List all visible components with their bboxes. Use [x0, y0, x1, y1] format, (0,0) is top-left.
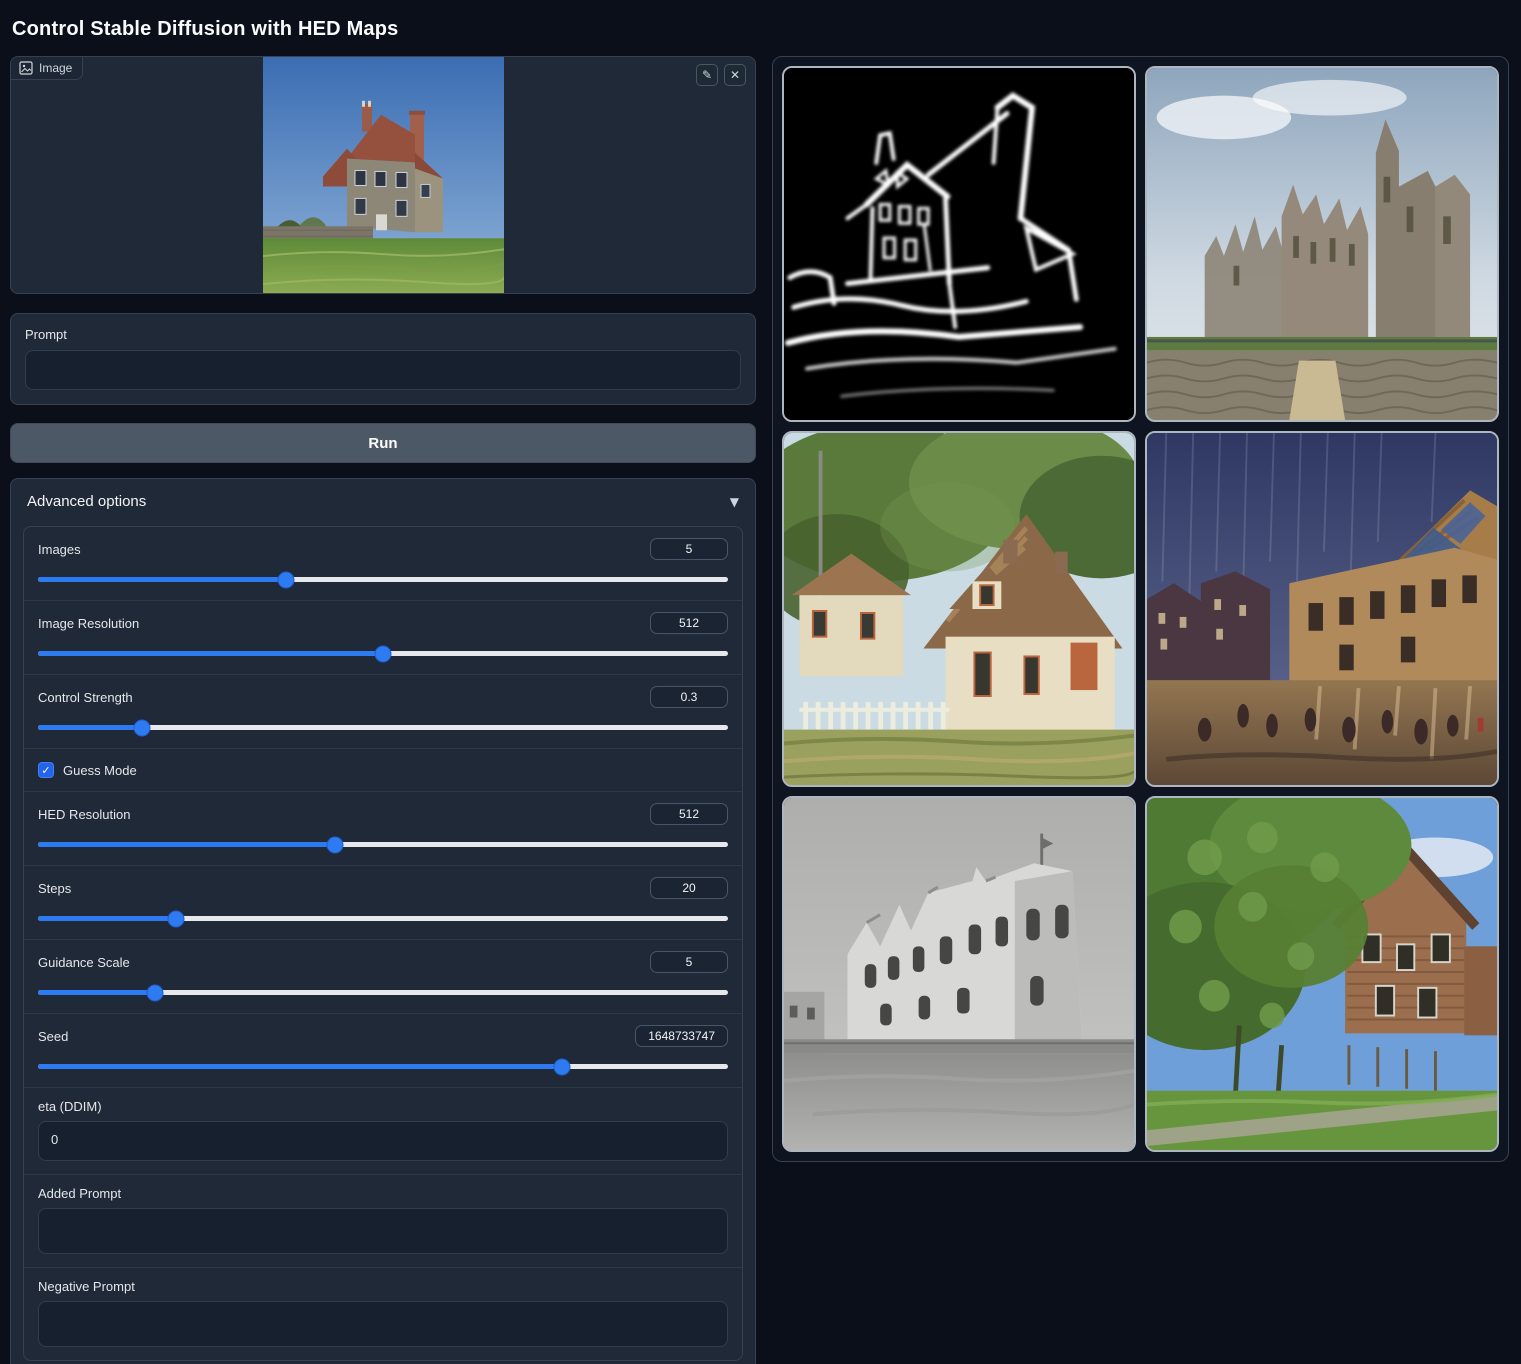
control-strength-label: Control Strength [38, 690, 133, 705]
gallery-image-3[interactable] [782, 431, 1136, 787]
prompt-input[interactable] [25, 350, 741, 390]
edit-image-button[interactable]: ✎ [696, 64, 718, 86]
seed-value-input[interactable]: 1648733747 [635, 1025, 728, 1047]
added-prompt-label: Added Prompt [38, 1186, 728, 1201]
slider-fill [38, 1064, 562, 1069]
hed-resolution-row: HED Resolution 512 [24, 792, 742, 866]
guidance-scale-slider[interactable] [38, 984, 728, 1000]
guess-mode-checkbox[interactable]: ✓ [38, 762, 54, 778]
page-title: Control Stable Diffusion with HED Maps [12, 18, 1509, 41]
image-resolution-slider[interactable] [38, 645, 728, 661]
chevron-down-icon: ▼ [730, 495, 739, 509]
input-image-component[interactable]: Image ✎ ✕ [10, 56, 756, 294]
hed-resolution-slider[interactable] [38, 836, 728, 852]
advanced-options-label: Advanced options [27, 493, 146, 510]
slider-thumb[interactable] [169, 911, 184, 926]
gallery-image-4[interactable] [1145, 431, 1499, 787]
slider-fill [38, 990, 155, 995]
hed-resolution-value-input[interactable]: 512 [650, 803, 728, 825]
images-value-input[interactable]: 5 [650, 538, 728, 560]
advanced-options-header[interactable]: Advanced options ▼ [11, 479, 755, 522]
negative-prompt-input[interactable] [38, 1301, 728, 1347]
grayscale-building-graphic [784, 798, 1134, 1150]
images-label: Images [38, 542, 81, 557]
eta-input[interactable]: 0 [38, 1121, 728, 1161]
close-icon: ✕ [730, 68, 740, 82]
eta-row: eta (DDIM) 0 [24, 1088, 742, 1175]
gallery-image-5[interactable] [782, 796, 1136, 1152]
image-resolution-row: Image Resolution 512 [24, 601, 742, 675]
guess-mode-label: Guess Mode [63, 763, 137, 778]
result-gallery [772, 56, 1509, 1162]
prompt-block: Prompt [10, 313, 756, 405]
steps-slider[interactable] [38, 910, 728, 926]
night-painting-graphic [1147, 433, 1497, 785]
cathedral-graphic [1147, 68, 1497, 420]
seed-slider[interactable] [38, 1058, 728, 1074]
guidance-scale-row: Guidance Scale 5 [24, 940, 742, 1014]
image-component-label: Image [11, 57, 83, 80]
hed-map-graphic [784, 68, 1134, 420]
guidance-scale-value-input[interactable]: 5 [650, 951, 728, 973]
slider-thumb[interactable] [555, 1059, 570, 1074]
guidance-scale-label: Guidance Scale [38, 955, 130, 970]
gallery-image-2[interactable] [1145, 66, 1499, 422]
slider-fill [38, 916, 176, 921]
controls-column: Image ✎ ✕ [10, 56, 756, 1364]
brick-house-graphic [1147, 798, 1497, 1150]
control-strength-row: Control Strength 0.3 [24, 675, 742, 749]
steps-row: Steps 20 [24, 866, 742, 940]
control-strength-value-input[interactable]: 0.3 [650, 686, 728, 708]
clear-image-button[interactable]: ✕ [724, 64, 746, 86]
uploaded-image [263, 57, 504, 293]
slider-fill [38, 577, 286, 582]
uploaded-image-graphic [263, 57, 504, 293]
check-icon: ✓ [41, 765, 50, 776]
prompt-label: Prompt [25, 327, 741, 342]
steps-value-input[interactable]: 20 [650, 877, 728, 899]
cottage-graphic [784, 433, 1134, 785]
image-resolution-value-input[interactable]: 512 [650, 612, 728, 634]
seed-label: Seed [38, 1029, 68, 1044]
seed-row: Seed 1648733747 [24, 1014, 742, 1088]
slider-thumb[interactable] [327, 837, 342, 852]
gallery-image-1[interactable] [782, 66, 1136, 422]
slider-thumb[interactable] [376, 646, 391, 661]
images-slider[interactable] [38, 571, 728, 587]
negative-prompt-row: Negative Prompt [24, 1268, 742, 1360]
advanced-options-form: Images 5 Image Resolution 512 [23, 526, 743, 1361]
run-button[interactable]: Run [10, 423, 756, 463]
pencil-icon: ✎ [702, 68, 712, 82]
images-row: Images 5 [24, 527, 742, 601]
slider-thumb[interactable] [134, 720, 149, 735]
slider-fill [38, 842, 335, 847]
slider-fill [38, 725, 142, 730]
steps-label: Steps [38, 881, 71, 896]
added-prompt-input[interactable] [38, 1208, 728, 1254]
slider-fill [38, 651, 383, 656]
added-prompt-row: Added Prompt [24, 1175, 742, 1268]
advanced-options-accordion: Advanced options ▼ Images 5 [10, 478, 756, 1364]
hed-resolution-label: HED Resolution [38, 807, 131, 822]
slider-thumb[interactable] [279, 572, 294, 587]
app-root: Control Stable Diffusion with HED Maps I… [0, 0, 1521, 1364]
guess-mode-row: ✓ Guess Mode [24, 749, 742, 792]
eta-label: eta (DDIM) [38, 1099, 728, 1114]
image-resolution-label: Image Resolution [38, 616, 139, 631]
slider-thumb[interactable] [148, 985, 163, 1000]
image-icon [19, 61, 33, 75]
gallery-image-6[interactable] [1145, 796, 1499, 1152]
negative-prompt-label: Negative Prompt [38, 1279, 728, 1294]
control-strength-slider[interactable] [38, 719, 728, 735]
